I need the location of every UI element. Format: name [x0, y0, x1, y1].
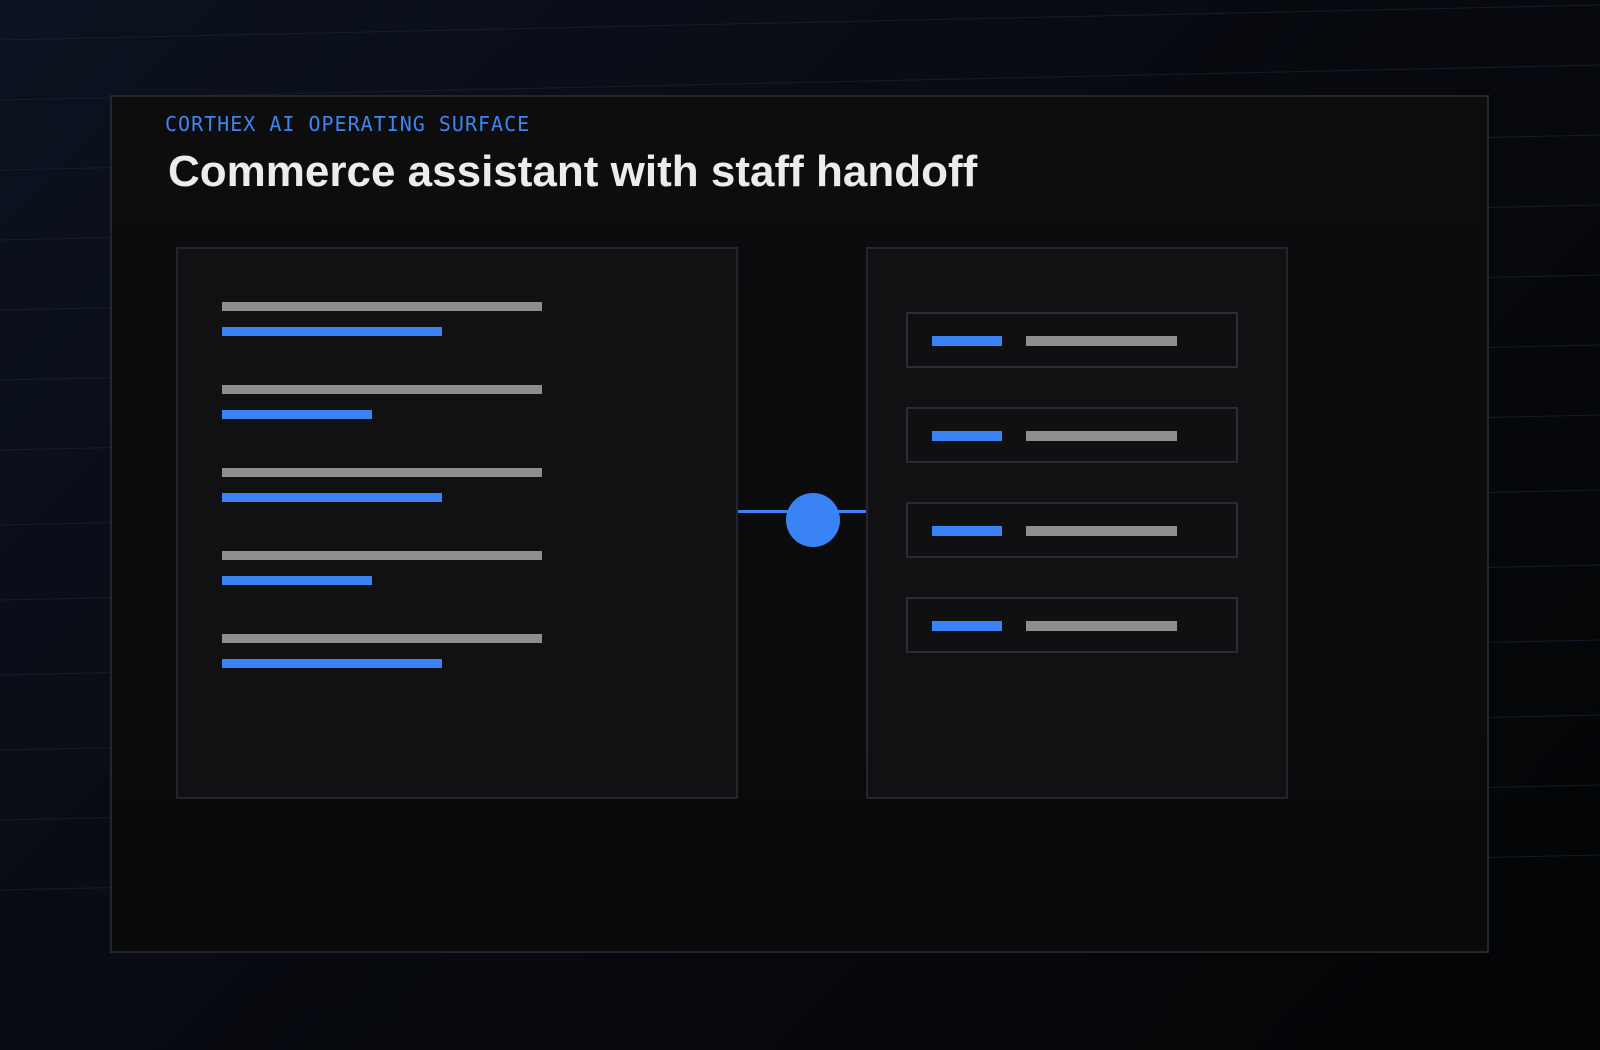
message-text-bar — [222, 385, 542, 394]
queue-row-text-bar — [1026, 526, 1177, 536]
chat-transcript-panel — [176, 247, 738, 799]
message-text-bar — [222, 468, 542, 477]
queue-row — [906, 502, 1238, 558]
queue-row-accent-bar — [932, 621, 1002, 631]
queue-row-accent-bar — [932, 336, 1002, 346]
message-text-bar — [222, 634, 542, 643]
message-accent-bar — [222, 410, 372, 419]
queue-row-text-bar — [1026, 336, 1177, 346]
queue-row — [906, 312, 1238, 368]
message-text-bar — [222, 302, 542, 311]
message-placeholder — [222, 551, 542, 609]
queue-row-accent-bar — [932, 431, 1002, 441]
queue-row — [906, 597, 1238, 653]
message-accent-bar — [222, 493, 442, 502]
message-accent-bar — [222, 576, 372, 585]
message-text-bar — [222, 551, 542, 560]
eyebrow-label: CORTHEX AI OPERATING SURFACE — [165, 112, 531, 136]
staff-queue-panel — [866, 247, 1288, 799]
message-accent-bar — [222, 659, 442, 668]
page-title: Commerce assistant with staff handoff — [168, 147, 978, 196]
queue-row-text-bar — [1026, 621, 1177, 631]
message-placeholder — [222, 385, 542, 443]
handoff-node-circle — [786, 493, 840, 547]
message-accent-bar — [222, 327, 442, 336]
message-placeholder — [222, 468, 542, 526]
message-placeholder — [222, 634, 542, 692]
queue-row-accent-bar — [932, 526, 1002, 536]
queue-row-text-bar — [1026, 431, 1177, 441]
queue-row — [906, 407, 1238, 463]
message-placeholder — [222, 302, 542, 360]
